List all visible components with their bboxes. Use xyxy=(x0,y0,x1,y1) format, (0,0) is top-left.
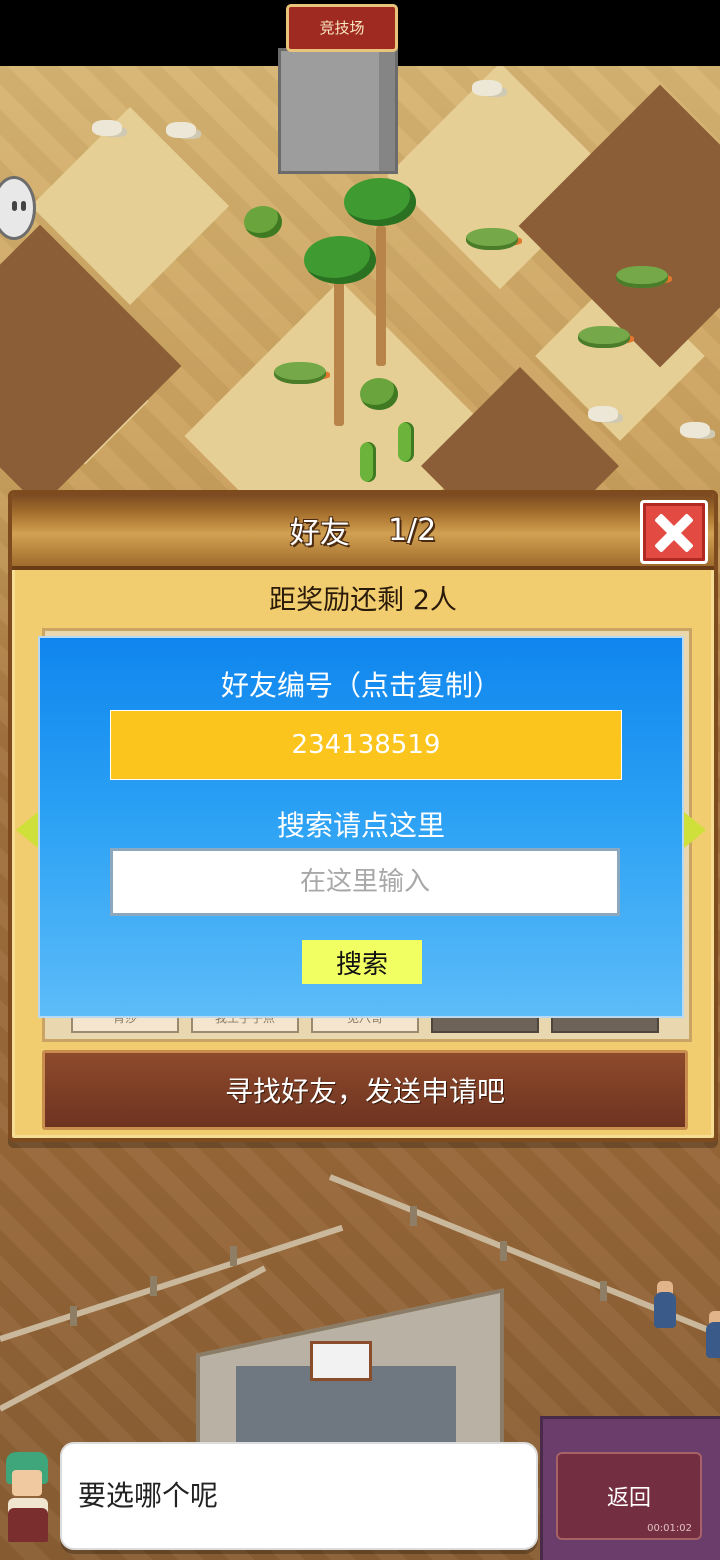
assistant-speech-bubble: 要选哪个呢 xyxy=(60,1442,538,1550)
bush xyxy=(244,206,282,238)
close-button[interactable] xyxy=(640,500,708,564)
bush xyxy=(360,378,398,410)
fence-post xyxy=(150,1276,157,1296)
title-gap xyxy=(350,513,388,548)
palm-tree-trunk xyxy=(376,226,386,366)
rock xyxy=(680,422,710,438)
search-label: 搜索请点这里 xyxy=(276,809,445,842)
back-button[interactable]: 返回 00:01:02 xyxy=(556,1452,702,1540)
avatar-body xyxy=(8,1498,48,1542)
rock xyxy=(92,120,122,136)
fence-post xyxy=(410,1206,417,1226)
flower-bush xyxy=(274,362,326,384)
villager-npc[interactable] xyxy=(706,1322,720,1358)
flower-bush xyxy=(466,228,518,250)
assistant-message: 要选哪个呢 xyxy=(78,1479,219,1512)
assistant-avatar xyxy=(0,1446,58,1550)
back-button-label: 返回 xyxy=(606,1486,651,1511)
rock xyxy=(166,122,196,138)
next-page-arrow-icon[interactable] xyxy=(684,812,706,848)
back-button-timer: 00:01:02 xyxy=(647,1523,692,1534)
arena-tower[interactable] xyxy=(278,48,398,174)
search-button[interactable]: 搜索 xyxy=(302,940,422,984)
fence xyxy=(0,1224,344,1342)
find-friends-banner[interactable]: 寻找好友，发送申请吧 xyxy=(42,1050,688,1130)
palm-tree xyxy=(344,178,416,226)
palm-tree xyxy=(304,236,376,284)
bed xyxy=(310,1341,372,1381)
fence-post xyxy=(230,1246,237,1266)
fence-post xyxy=(600,1281,607,1301)
friend-id-panel: 好友编号（点击复制） 234138519 搜索请点这里 搜索 xyxy=(38,636,684,1018)
fence-post xyxy=(500,1241,507,1261)
palm-tree-trunk xyxy=(334,276,344,426)
rock xyxy=(472,80,502,96)
avatar-face xyxy=(12,1470,42,1496)
rock xyxy=(588,406,618,422)
villager-npc[interactable] xyxy=(654,1292,676,1328)
arena-sign[interactable]: 竞技场 xyxy=(286,4,398,52)
friend-id-copy-box[interactable]: 234138519 xyxy=(110,710,622,780)
flower-bush xyxy=(578,326,630,348)
cactus xyxy=(398,422,414,462)
friend-id-title: 好友编号（点击复制） xyxy=(220,669,501,702)
friend-search-input[interactable] xyxy=(110,848,620,916)
cactus xyxy=(360,442,376,482)
prev-page-arrow-icon[interactable] xyxy=(16,812,38,848)
reward-progress-text: 距奖励还剩 2人 xyxy=(269,585,457,616)
dialog-page-indicator: 1/2 xyxy=(387,512,437,548)
flower-bush xyxy=(616,266,668,288)
dialog-title: 好友 1/2 xyxy=(12,494,714,566)
dialog-title-text: 好友 xyxy=(289,516,350,551)
fence-post xyxy=(70,1306,77,1326)
